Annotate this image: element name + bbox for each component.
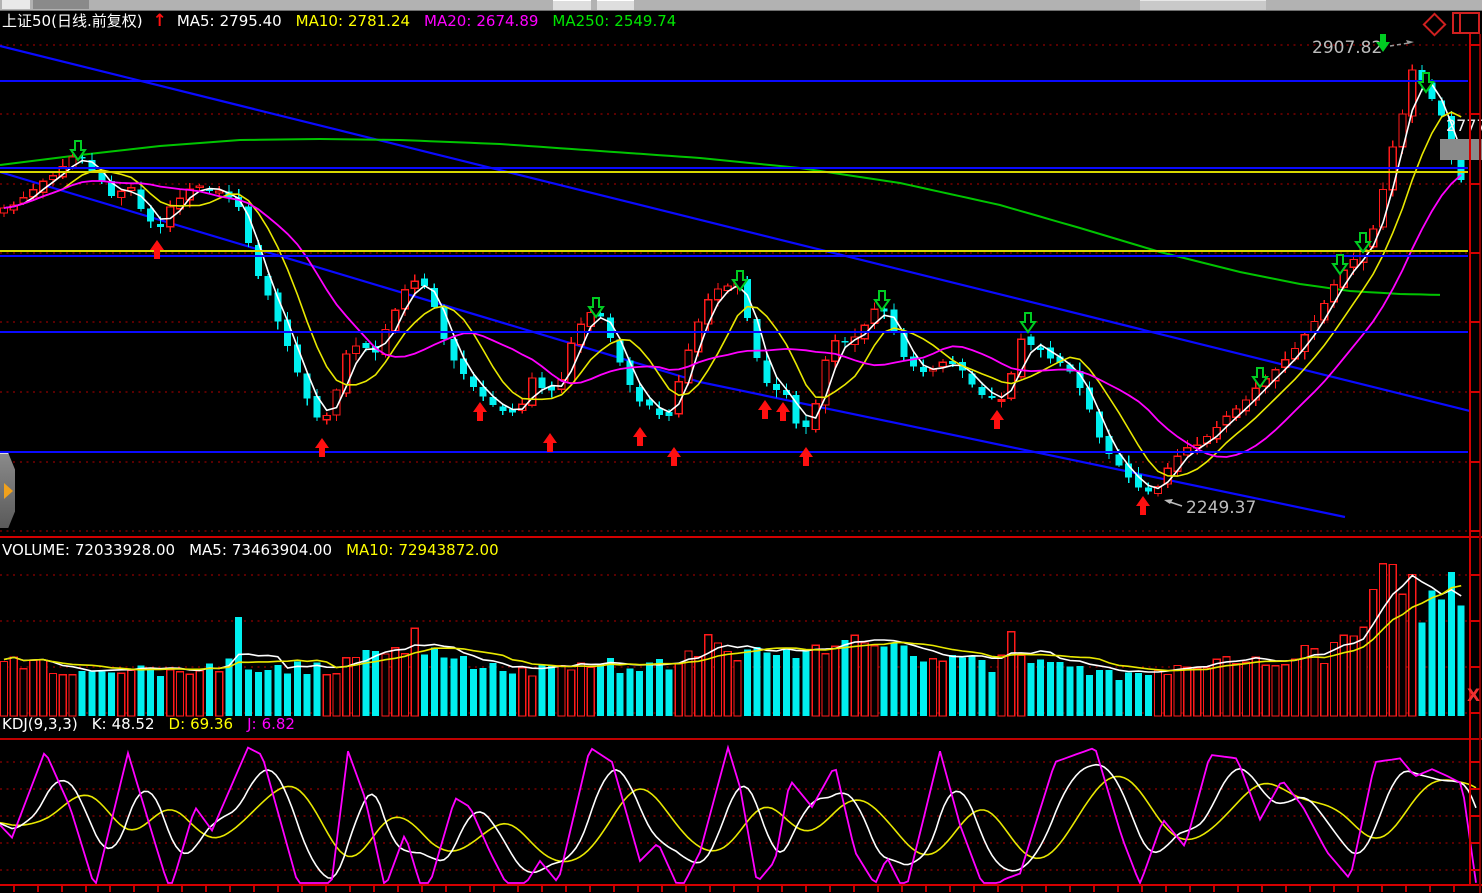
chrome-toolbar-button[interactable] bbox=[597, 0, 634, 10]
buy-arrow-icon bbox=[799, 447, 813, 466]
buy-arrow-icon bbox=[990, 410, 1004, 429]
chart-title: 上证50(日线.前复权) bbox=[2, 11, 143, 31]
buy-arrow-icon bbox=[473, 402, 487, 421]
chrome-segment bbox=[33, 0, 89, 9]
close-panel-icon[interactable]: X bbox=[1467, 686, 1480, 706]
buy-signal-arrow-icon: ↑ bbox=[153, 11, 167, 31]
ma250-indicator: MA250:2549.74 bbox=[552, 11, 676, 31]
buy-arrow-icon bbox=[758, 400, 772, 419]
buy-arrow-icon bbox=[315, 438, 329, 457]
volume-value: VOLUME:72033928.00 bbox=[2, 540, 175, 560]
ma20-indicator: MA20:2674.89 bbox=[424, 11, 538, 31]
buy-arrow-icon bbox=[776, 402, 790, 421]
volume-ma5: MA5:73463904.00 bbox=[189, 540, 332, 560]
kdj-j-value: J:6.82 bbox=[247, 714, 295, 734]
low-price-annotation: 2249.37 bbox=[1186, 498, 1256, 518]
kdj-d-value: D:69.36 bbox=[169, 714, 234, 734]
ma10-indicator: MA10:2781.24 bbox=[296, 11, 410, 31]
kdj-k-value: K:48.52 bbox=[92, 714, 155, 734]
window-icon-divider bbox=[1459, 14, 1461, 32]
high-price-annotation: 2907.82 bbox=[1312, 38, 1382, 58]
expand-arrow-icon bbox=[4, 483, 13, 499]
kdj-name: KDJ(9,3,3) bbox=[2, 714, 78, 734]
chrome-toolbar-button[interactable] bbox=[553, 0, 591, 10]
buy-arrow-icon bbox=[633, 427, 647, 446]
trading-app: { "header": { "title": "上证50(日线.前复权)", "… bbox=[0, 0, 1482, 893]
volume-header: VOLUME:72033928.00 MA5:73463904.00 MA10:… bbox=[2, 540, 499, 560]
main-chart[interactable]: 2907.82 2249.37 2777 bbox=[0, 0, 1482, 893]
sidebar-expander-tab[interactable] bbox=[0, 453, 15, 528]
ma5-indicator: MA5:2795.40 bbox=[177, 11, 282, 31]
sell-arrow-icon bbox=[1021, 313, 1035, 332]
current-price-label: 2777 bbox=[1446, 116, 1482, 135]
buy-arrow-icon bbox=[543, 433, 557, 452]
chrome-segment bbox=[1140, 0, 1266, 10]
buy-arrow-icon bbox=[1136, 496, 1150, 515]
buy-arrow-icon bbox=[667, 447, 681, 466]
main-chart-header: 上证50(日线.前复权) ↑ MA5:2795.40 MA10:2781.24 … bbox=[2, 11, 676, 31]
volume-ma10: MA10:72943872.00 bbox=[346, 540, 499, 560]
chrome-segment bbox=[2, 0, 30, 9]
sell-arrow-icon bbox=[875, 291, 889, 310]
restore-window-icon[interactable] bbox=[1452, 12, 1480, 34]
sell-arrow-icon bbox=[1356, 233, 1370, 252]
price-label-box bbox=[1440, 139, 1482, 160]
window-chrome bbox=[0, 0, 1482, 11]
kdj-header: KDJ(9,3,3) K:48.52 D:69.36 J:6.82 bbox=[2, 714, 295, 734]
